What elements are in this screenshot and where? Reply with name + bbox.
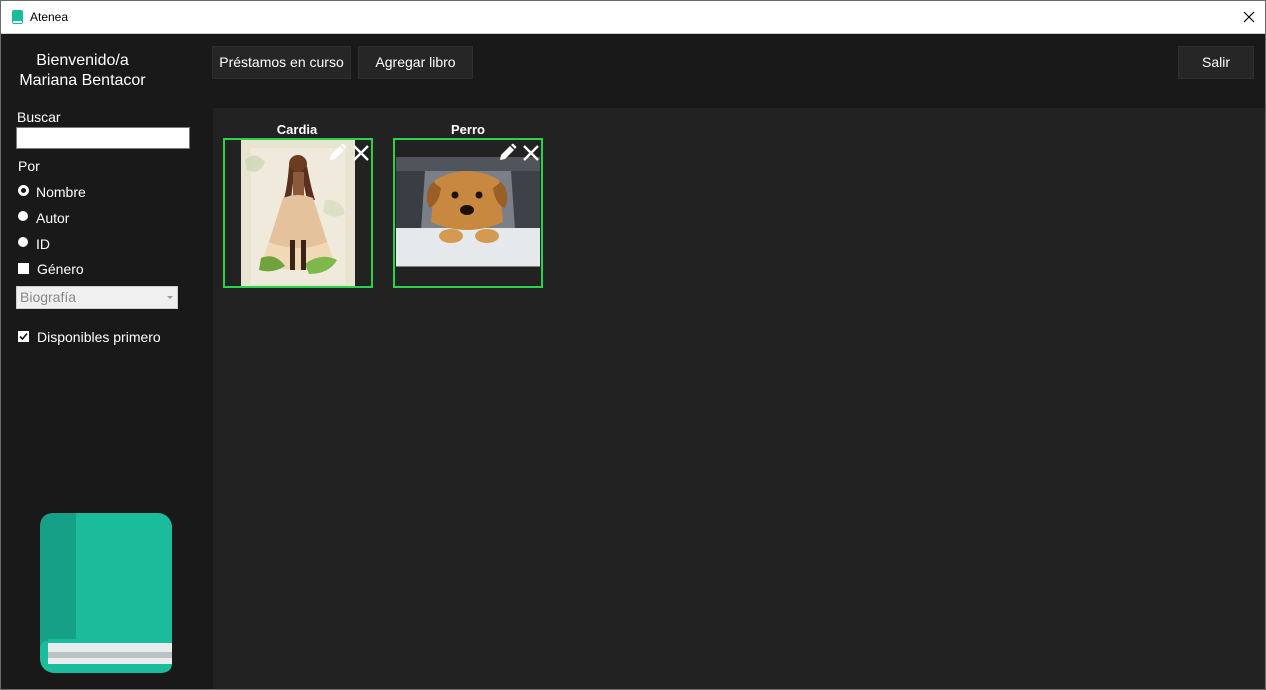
app-window: Atenea Bienvenido/a Mariana Bentacor Bus… — [0, 0, 1266, 690]
delete-icon[interactable] — [351, 143, 371, 163]
search-by-label: Por — [18, 158, 40, 174]
loans-in-progress-button[interactable]: Préstamos en curso — [212, 46, 351, 79]
radio-button-selected[interactable] — [18, 185, 29, 196]
add-book-button[interactable]: Agregar libro — [358, 46, 473, 79]
book-cover-image — [225, 140, 371, 286]
radio-label-autor: Autor — [36, 210, 70, 226]
genre-select[interactable]: Biografía — [16, 286, 178, 309]
available-first-label: Disponibles primero — [37, 329, 161, 345]
toolbar: Préstamos en curso Agregar libro Salir — [212, 34, 1265, 108]
close-window-button[interactable] — [1233, 1, 1265, 33]
edit-icon[interactable] — [327, 143, 347, 163]
delete-icon[interactable] — [521, 143, 541, 163]
user-name: Mariana Bentacor — [19, 72, 146, 89]
search-input[interactable] — [16, 127, 190, 149]
book-card[interactable] — [393, 138, 543, 288]
book-logo-icon — [40, 513, 172, 673]
radio-label-id: ID — [36, 236, 50, 252]
book-title: Cardia — [276, 122, 318, 137]
book-title: Perro — [451, 122, 485, 137]
book-cover-image — [395, 140, 541, 286]
welcome-message: Bienvenido/a Mariana Bentacor — [1, 51, 164, 91]
radio-label-nombre: Nombre — [36, 184, 86, 200]
book-card[interactable] — [223, 138, 373, 288]
book-app-icon — [12, 10, 23, 24]
exit-button[interactable]: Salir — [1178, 46, 1254, 79]
close-icon — [1243, 11, 1255, 23]
available-first-checkbox[interactable] — [18, 331, 29, 342]
chevron-down-icon — [167, 296, 173, 299]
title-bar: Atenea — [1, 1, 1265, 34]
edit-icon[interactable] — [497, 143, 517, 163]
window-title: Atenea — [30, 10, 69, 24]
checkmark-icon — [19, 332, 28, 341]
sidebar: Bienvenido/a Mariana Bentacor Buscar Por… — [1, 34, 212, 689]
search-label: Buscar — [17, 109, 61, 125]
genre-select-value: Biografía — [20, 289, 77, 305]
welcome-greeting: Bienvenido/a — [36, 52, 129, 69]
books-grid: Cardia Perro — [213, 108, 1265, 689]
radio-button[interactable] — [18, 237, 28, 247]
genre-checkbox[interactable] — [18, 263, 29, 274]
radio-button[interactable] — [18, 211, 28, 221]
genre-label: Género — [37, 261, 84, 277]
